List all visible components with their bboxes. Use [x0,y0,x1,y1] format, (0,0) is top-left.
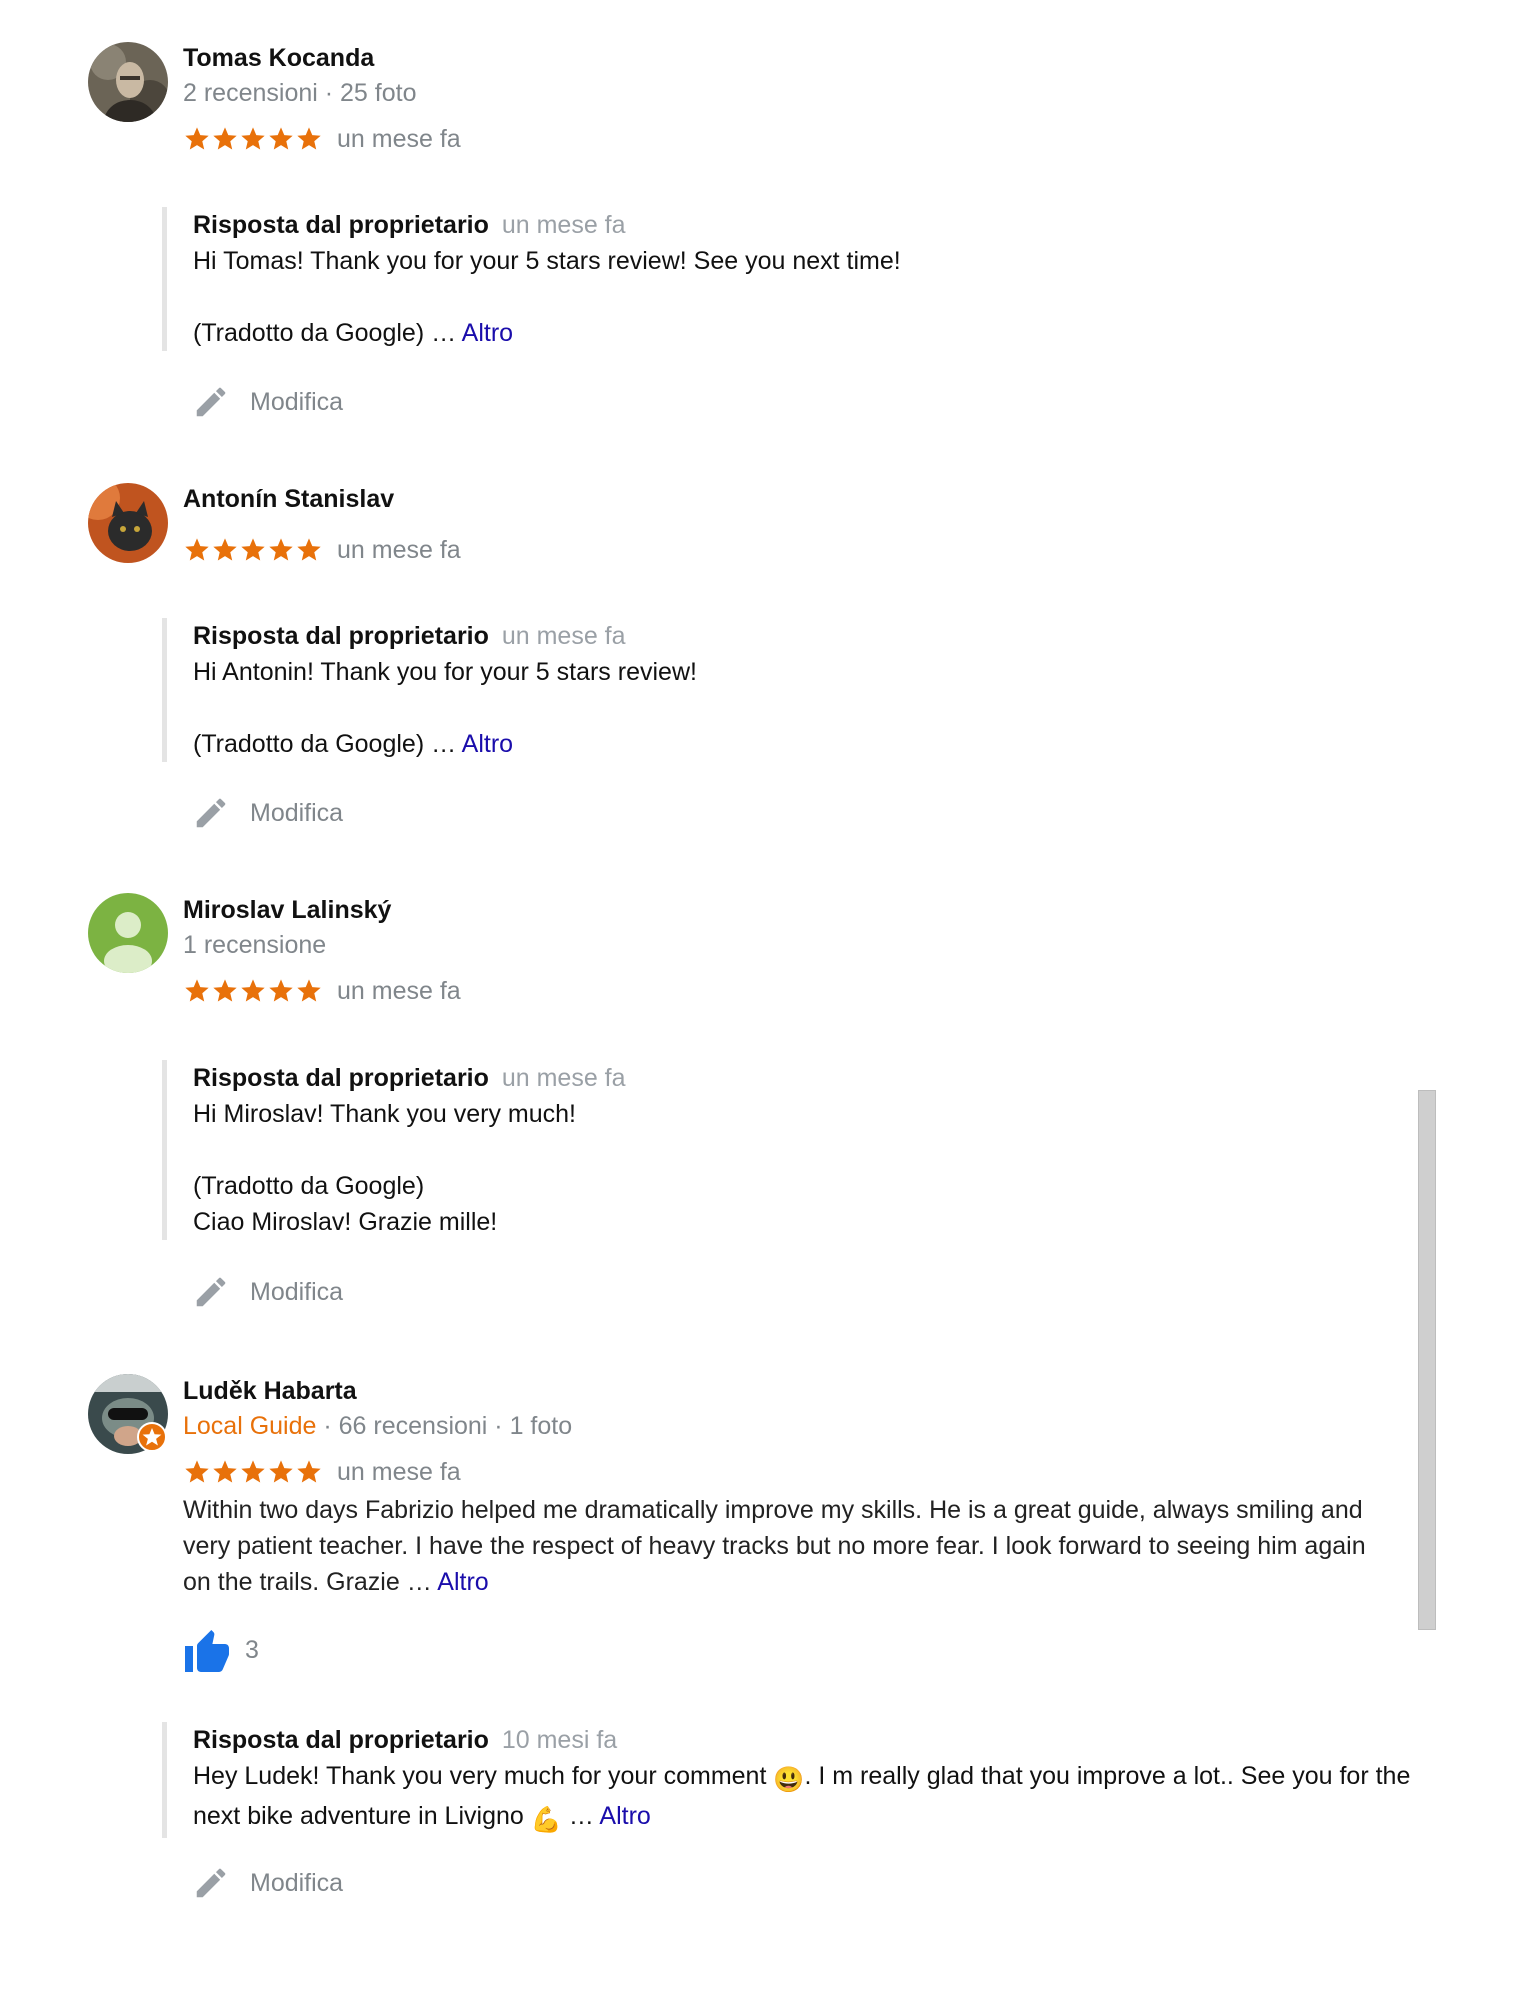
star-icon [295,125,323,153]
edit-reply-button[interactable]: Modifica [192,1273,343,1311]
local-guide-label: Local Guide [183,1412,317,1440]
reviewer-name[interactable]: Tomas Kocanda [183,44,374,73]
pencil-icon [196,798,226,828]
more-link[interactable]: Altro [462,319,513,347]
star-icon [239,536,267,564]
reviewer-name[interactable]: Miroslav Lalinský [183,896,391,925]
edit-reply-button[interactable]: Modifica [192,794,343,832]
owner-reply-text: Hi Tomas! Thank you for your 5 stars rev… [193,247,901,275]
star-icon [267,1458,295,1486]
owner-reply-date: un mese fa [501,622,626,650]
smiley-emoji-icon: 😃 [773,1766,805,1794]
more-link[interactable]: Altro [437,1568,488,1596]
reviewer-meta[interactable]: 1 recensione [183,931,326,960]
star-icon [183,977,211,1005]
review-text: Within two days Fabrizio helped me drama… [183,1496,1366,1596]
edit-label: Modifica [250,387,344,416]
reviewer-name[interactable]: Antonín Stanislav [183,485,394,514]
star-rating [183,536,323,564]
owner-reply: Risposta dal proprietario un mese fa Hi … [162,618,1423,762]
translated-note: (Tradotto da Google) … [193,730,462,758]
star-icon [211,536,239,564]
owner-reply-text: Hey Ludek! Thank you very much for your … [193,1758,1413,1838]
edit-label: Modifica [250,1277,344,1306]
owner-reply: Risposta dal proprietario 10 mesi fa Hey… [162,1722,1423,1838]
translated-note: (Tradotto da Google) [193,1172,425,1200]
avatar[interactable] [88,893,168,973]
default-user-icon [88,893,168,973]
pencil-icon [196,387,226,417]
more-link[interactable]: Altro [462,730,513,758]
owner-reply-label: Risposta dal proprietario [193,1726,489,1754]
star-icon [183,125,211,153]
avatar[interactable] [88,483,168,563]
owner-reply-date: un mese fa [501,211,626,239]
rating-row: un mese fa [183,534,461,566]
reviewer-meta[interactable]: 2 recensioni · 25 foto [183,79,416,108]
star-icon [267,536,295,564]
edit-reply-button[interactable]: Modifica [192,383,343,421]
star-icon [211,1458,239,1486]
edit-label: Modifica [250,798,344,827]
rating-row: un mese fa [183,1456,461,1488]
star-icon [239,1458,267,1486]
owner-reply-date: un mese fa [501,1064,626,1092]
owner-reply-text: Hi Antonin! Thank you for your 5 stars r… [193,658,697,686]
star-icon [267,125,295,153]
star-rating [183,977,323,1005]
star-icon [183,1458,211,1486]
star-rating [183,1458,323,1486]
owner-reply-text: Hi Miroslav! Thank you very much! [193,1100,576,1128]
owner-reply: Risposta dal proprietario un mese fa Hi … [162,1060,1423,1240]
rating-row: un mese fa [183,123,461,155]
star-icon [239,125,267,153]
star-icon [295,536,323,564]
reviewer-name[interactable]: Luděk Habarta [183,1377,357,1406]
scrollbar-thumb[interactable] [1418,1090,1436,1630]
thumbs-up-icon [185,1630,229,1672]
star-icon [183,536,211,564]
review-date: un mese fa [337,976,461,1005]
more-link[interactable]: Altro [599,1802,650,1830]
edit-label: Modifica [250,1868,344,1897]
avatar[interactable] [88,42,168,122]
owner-reply-date: 10 mesi fa [501,1726,618,1754]
owner-reply-label: Risposta dal proprietario [193,211,489,239]
flexed-biceps-emoji-icon: 💪 [530,1806,562,1834]
review-date: un mese fa [337,535,461,564]
edit-reply-button[interactable]: Modifica [192,1864,343,1902]
star-icon [295,977,323,1005]
like-count: 3 [245,1635,259,1664]
star-rating [183,125,323,153]
star-icon [239,977,267,1005]
pencil-icon [196,1277,226,1307]
owner-reply: Risposta dal proprietario un mese fa Hi … [162,207,1423,351]
owner-reply-label: Risposta dal proprietario [193,622,489,650]
star-icon [211,125,239,153]
like-button[interactable]: 3 [185,1628,259,1672]
star-icon [267,977,295,1005]
review-date: un mese fa [337,124,461,153]
local-guide-badge [137,1422,167,1452]
review-date: un mese fa [337,1457,461,1486]
star-icon [211,977,239,1005]
reviewer-meta[interactable]: Local Guide · 66 recensioni · 1 foto [183,1412,572,1441]
pencil-icon [196,1868,226,1898]
rating-row: un mese fa [183,975,461,1007]
star-icon [295,1458,323,1486]
translated-text: Ciao Miroslav! Grazie mille! [193,1208,498,1236]
owner-reply-label: Risposta dal proprietario [193,1064,489,1092]
translated-note: (Tradotto da Google) … [193,319,462,347]
